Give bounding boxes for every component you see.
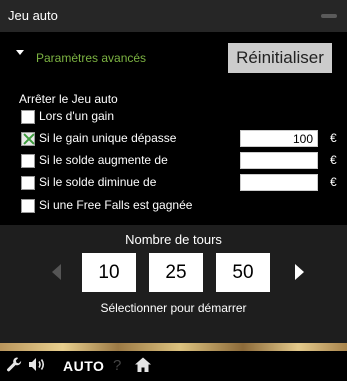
home-icon[interactable] [134,356,152,378]
autoplay-panel: Jeu auto Paramètres avancés Réinitialise… [0,0,347,381]
single-win-exceeds-input[interactable] [240,130,318,147]
currency-label: € [330,175,337,189]
rounds-label: Nombre de tours [125,232,222,247]
balance-increases-option: Si le solde augmente de € [21,152,341,170]
expand-arrow-icon[interactable] [16,50,24,55]
balance-increases-label: Si le solde augmente de [39,153,168,167]
stop-on-win-checkbox[interactable] [21,110,35,124]
balance-decreases-label: Si le solde diminue de [39,175,157,189]
rounds-section: Nombre de tours 10 25 50 Sélectionner po… [0,225,347,343]
currency-label: € [330,153,337,167]
bottom-toolbar: AUTO ? [0,351,347,381]
stop-autoplay-heading: Arrêter le Jeu auto [19,92,118,106]
wrench-icon[interactable] [6,356,23,378]
help-icon[interactable]: ? [113,357,121,374]
auto-label[interactable]: AUTO [63,358,104,374]
balance-increases-checkbox[interactable] [21,154,35,168]
previous-arrow-icon[interactable] [52,264,61,280]
free-falls-option: Si une Free Falls est gagnée [21,197,341,215]
next-arrow-icon[interactable] [295,264,304,280]
free-falls-checkbox[interactable] [21,199,35,213]
select-to-start-label: Sélectionner pour démarrer [100,301,247,315]
balance-increases-input[interactable] [240,152,318,169]
rounds-option-button[interactable]: 25 [149,253,203,292]
balance-decreases-input[interactable] [240,174,318,191]
advanced-settings-toggle[interactable]: Paramètres avancés [36,51,146,65]
window-title: Jeu auto [8,8,58,23]
speaker-icon[interactable] [27,356,47,378]
balance-decreases-checkbox[interactable] [21,176,35,190]
single-win-exceeds-label: Si le gain unique dépasse [39,131,177,145]
title-bar: Jeu auto [0,0,347,32]
reset-button[interactable]: Réinitialiser [228,43,332,73]
stop-on-win-label: Lors d'un gain [39,109,115,123]
rounds-option-button[interactable]: 10 [82,253,136,292]
balance-decreases-option: Si le solde diminue de € [21,174,341,192]
rounds-option-button[interactable]: 50 [216,253,270,292]
minimize-button[interactable] [321,14,337,18]
free-falls-label: Si une Free Falls est gagnée [39,198,193,212]
decorative-gold-bar [0,343,347,351]
single-win-exceeds-checkbox[interactable] [21,132,35,146]
single-win-exceeds-option: Si le gain unique dépasse € [21,130,341,148]
stop-on-win-option: Lors d'un gain [21,108,341,126]
currency-label: € [330,131,337,145]
